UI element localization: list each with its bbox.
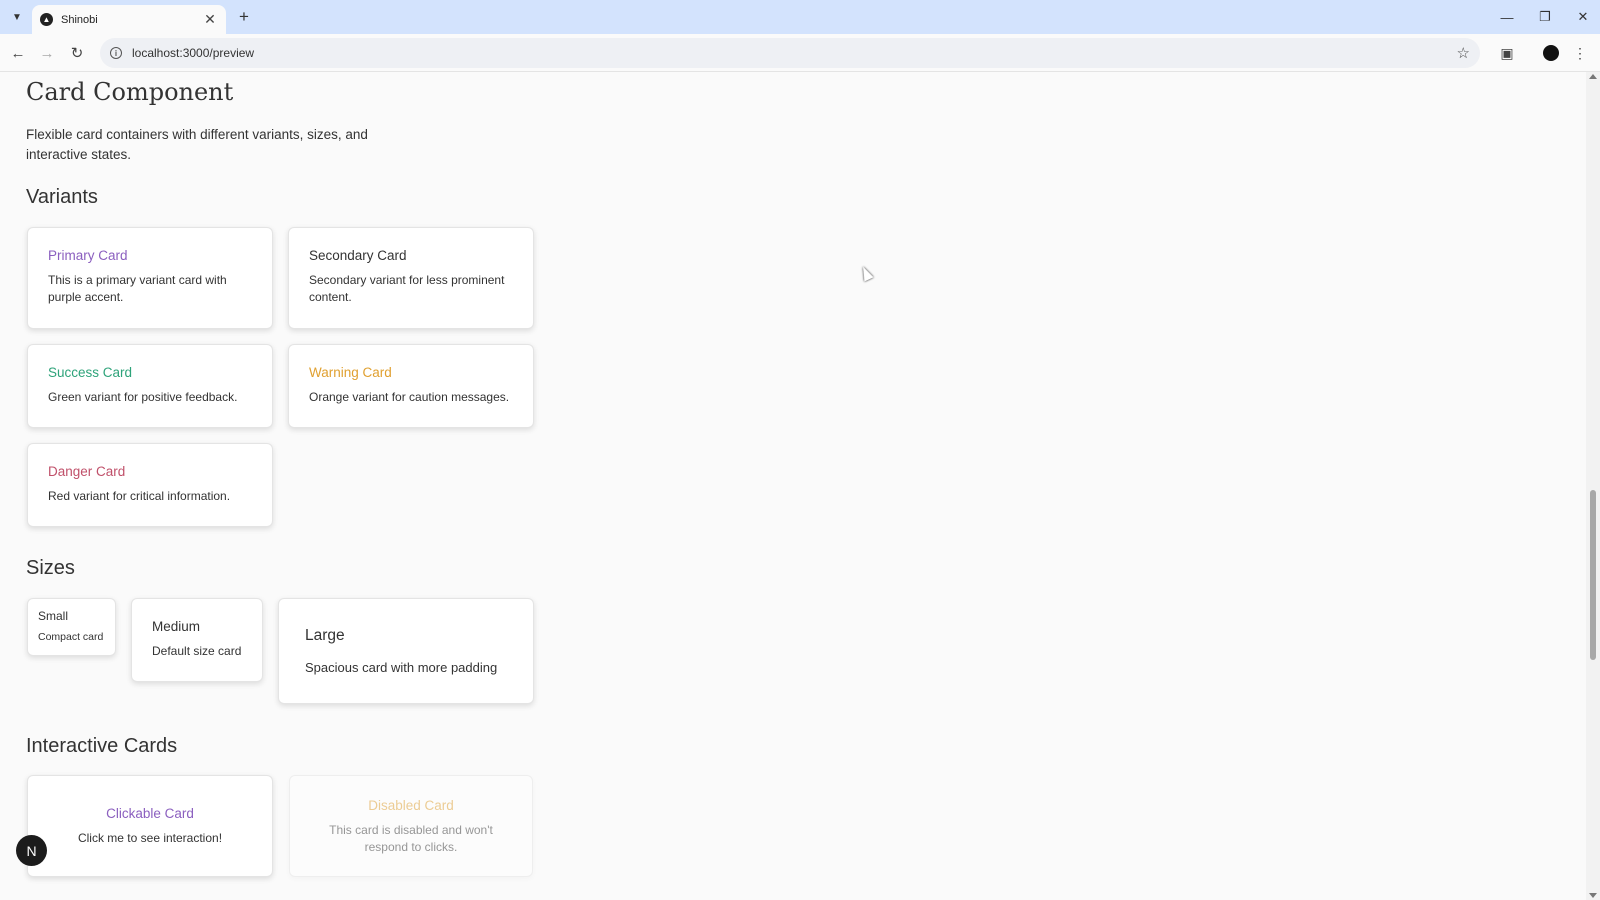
card-title: Warning Card	[309, 365, 392, 380]
tab-close-icon[interactable]: ✕	[202, 11, 218, 28]
tab-title: Shinobi	[61, 13, 98, 26]
card-title: Primary Card	[48, 248, 128, 263]
address-bar[interactable]: i localhost:3000/preview ☆	[100, 38, 1480, 68]
card-title: Secondary Card	[309, 248, 407, 263]
card-small: Small Compact card	[27, 598, 116, 656]
new-tab-icon[interactable]: +	[234, 7, 254, 27]
card-large: Large Spacious card with more padding	[278, 598, 534, 704]
card-body: This is a primary variant card with purp…	[48, 273, 227, 304]
card-body: Orange variant for caution messages.	[309, 390, 510, 404]
forward-icon[interactable]: →	[36, 42, 58, 64]
page-content: Card Component Flexible card containers …	[0, 72, 1586, 900]
card-body: Compact card	[38, 631, 104, 643]
restore-icon[interactable]: ❐	[1528, 6, 1562, 28]
browser-tab-bar: ▼ ▲ Shinobi ✕ + — ❐ ✕	[0, 0, 1600, 34]
card-body: Click me to see interaction!	[77, 831, 223, 845]
site-info-icon[interactable]: i	[110, 47, 122, 59]
card-title: Small	[38, 609, 69, 623]
section-title-variants: Variants	[26, 186, 98, 208]
card-title: Success Card	[48, 365, 133, 380]
disabled-card: Disabled Card This card is disabled and …	[289, 775, 533, 877]
scroll-thumb[interactable]	[1590, 490, 1596, 660]
scroll-down-icon[interactable]	[1589, 893, 1597, 898]
section-title-sizes: Sizes	[26, 557, 75, 579]
section-title-interactive: Interactive Cards	[26, 735, 178, 757]
card-body: Default size card	[152, 644, 242, 658]
window-close-icon[interactable]: ✕	[1566, 6, 1600, 28]
vertical-scrollbar[interactable]	[1586, 72, 1600, 900]
card-body: Spacious card with more padding	[305, 660, 498, 675]
card-success: Success Card Green variant for positive …	[27, 344, 273, 428]
card-warning: Warning Card Orange variant for caution …	[288, 344, 534, 428]
card-title: Disabled Card	[368, 798, 454, 813]
tab-search-icon[interactable]: ▼	[6, 7, 28, 27]
card-body: This card is disabled and won't respond …	[329, 823, 493, 854]
minimize-icon[interactable]: —	[1490, 6, 1524, 28]
favicon-icon: ▲	[40, 13, 53, 26]
browser-toolbar: ← → ↻ i localhost:3000/preview ☆ ▣ ⋮	[0, 34, 1600, 72]
reload-icon[interactable]: ↻	[66, 42, 88, 64]
menu-kebab-icon[interactable]: ⋮	[1570, 43, 1590, 63]
browser-tab[interactable]: ▲ Shinobi ✕	[32, 5, 226, 34]
extensions-icon[interactable]: ▣	[1497, 43, 1517, 63]
page-title: Card Component	[26, 78, 234, 106]
back-icon[interactable]: ←	[7, 42, 29, 64]
bookmark-star-icon[interactable]: ☆	[1457, 44, 1470, 62]
clickable-card[interactable]: Clickable Card Click me to see interacti…	[27, 775, 273, 877]
page-description: Flexible card containers with different …	[26, 127, 368, 162]
card-title: Medium	[152, 619, 201, 634]
card-title: Clickable Card	[106, 806, 194, 821]
card-secondary: Secondary Card Secondary variant for les…	[288, 227, 534, 329]
card-body: Red variant for critical information.	[48, 489, 231, 503]
profile-avatar[interactable]	[1541, 43, 1561, 63]
card-primary: Primary Card This is a primary variant c…	[27, 227, 273, 329]
card-body: Secondary variant for less prominent con…	[309, 273, 505, 304]
url-text[interactable]: localhost:3000/preview	[132, 46, 1457, 60]
card-medium: Medium Default size card	[131, 598, 263, 682]
card-danger: Danger Card Red variant for critical inf…	[27, 443, 273, 527]
card-title: Large	[305, 627, 345, 644]
nextjs-dev-badge[interactable]: N	[16, 835, 47, 866]
scroll-up-icon[interactable]	[1589, 74, 1597, 79]
card-body: Green variant for positive feedback.	[48, 390, 238, 404]
card-title: Danger Card	[48, 464, 126, 479]
